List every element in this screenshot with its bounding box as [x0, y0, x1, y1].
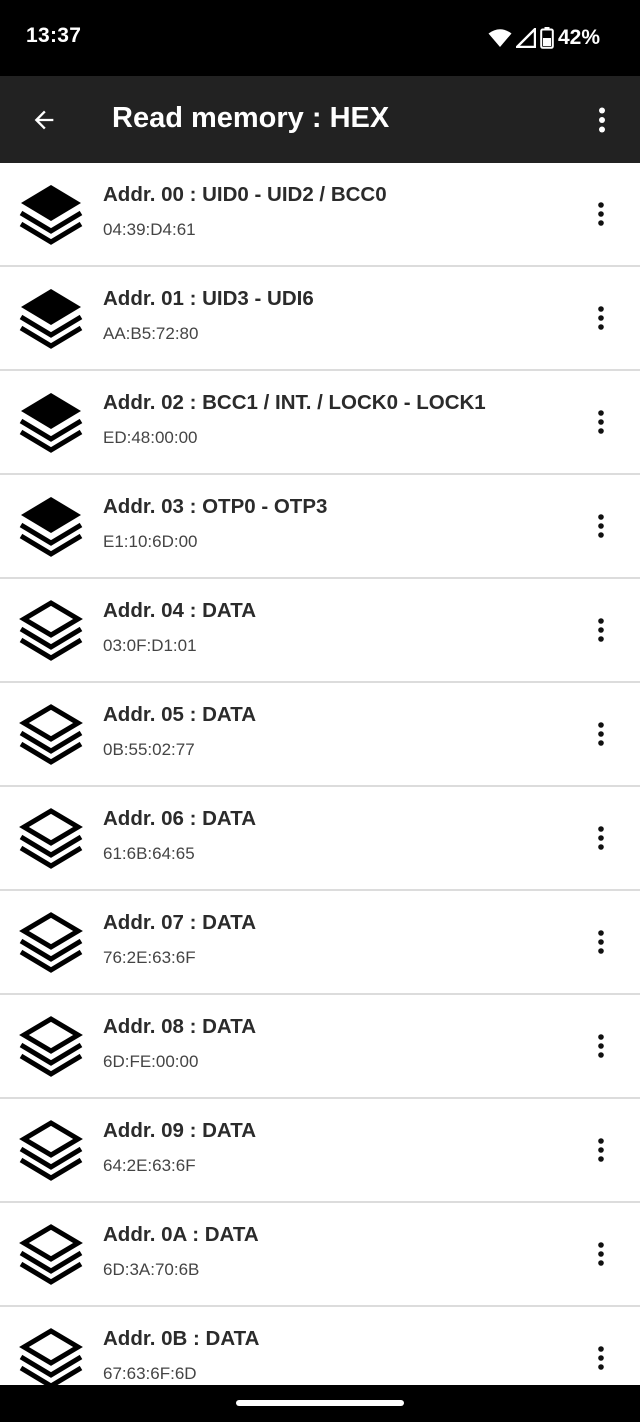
row-menu-button[interactable]	[584, 1132, 618, 1168]
layers-filled-icon	[19, 393, 83, 453]
more-vert-icon	[598, 306, 604, 330]
row-menu-button[interactable]	[584, 1028, 618, 1064]
row-menu-button[interactable]	[584, 1340, 618, 1376]
list-item[interactable]: Addr. 04 : DATA 03:0F:D1:01	[0, 579, 640, 683]
row-menu-button[interactable]	[584, 508, 618, 544]
more-vert-icon	[598, 1242, 604, 1266]
list-item[interactable]: Addr. 06 : DATA 61:6B:64:65	[0, 787, 640, 891]
row-menu-button[interactable]	[584, 300, 618, 336]
row-menu-button[interactable]	[584, 924, 618, 960]
list-item[interactable]: Addr. 0A : DATA 6D:3A:70:6B	[0, 1203, 640, 1307]
row-menu-button[interactable]	[584, 716, 618, 752]
row-title: Addr. 06 : DATA	[103, 807, 256, 830]
list-item[interactable]: Addr. 00 : UID0 - UID2 / BCC0 04:39:D4:6…	[0, 163, 640, 267]
row-title: Addr. 01 : UID3 - UDI6	[103, 287, 314, 310]
memory-list: Addr. 00 : UID0 - UID2 / BCC0 04:39:D4:6…	[0, 163, 640, 1385]
wifi-icon	[488, 29, 512, 47]
list-item[interactable]: Addr. 03 : OTP0 - OTP3 E1:10:6D:00	[0, 475, 640, 579]
list-item[interactable]: Addr. 0B : DATA 67:63:6F:6D	[0, 1307, 640, 1385]
more-vert-icon	[598, 410, 604, 434]
more-vert-icon	[599, 107, 605, 133]
row-title: Addr. 00 : UID0 - UID2 / BCC0	[103, 183, 387, 206]
row-value: 76:2E:63:6F	[103, 948, 196, 967]
row-title: Addr. 07 : DATA	[103, 911, 256, 934]
more-vert-icon	[598, 1138, 604, 1162]
row-value: 0B:55:02:77	[103, 740, 195, 759]
more-vert-icon	[598, 202, 604, 226]
row-value: 6D:3A:70:6B	[103, 1260, 200, 1279]
row-menu-button[interactable]	[584, 196, 618, 232]
battery-icon	[540, 27, 554, 49]
list-item[interactable]: Addr. 05 : DATA 0B:55:02:77	[0, 683, 640, 787]
layers-filled-icon	[19, 497, 83, 557]
battery-percentage: 42%	[557, 26, 600, 49]
more-vert-icon	[598, 514, 604, 538]
more-vert-icon	[598, 930, 604, 954]
row-title: Addr. 08 : DATA	[103, 1015, 256, 1038]
row-value: 64:2E:63:6F	[103, 1156, 196, 1175]
layers-filled-icon	[19, 185, 83, 245]
row-title: Addr. 05 : DATA	[103, 703, 256, 726]
gesture-handle[interactable]	[236, 1400, 404, 1406]
navigation-bar	[0, 1385, 640, 1422]
layers-outline-icon	[19, 1224, 83, 1285]
list-item[interactable]: Addr. 09 : DATA 64:2E:63:6F	[0, 1099, 640, 1203]
cell-signal-icon	[515, 28, 536, 48]
status-bar: 13:37 42%	[0, 0, 640, 76]
layers-outline-icon	[19, 1016, 83, 1077]
row-title: Addr. 09 : DATA	[103, 1119, 256, 1142]
more-vert-icon	[598, 722, 604, 746]
overflow-menu-button[interactable]	[582, 98, 622, 142]
row-value: ED:48:00:00	[103, 428, 198, 447]
layers-filled-icon	[19, 289, 83, 349]
row-menu-button[interactable]	[584, 612, 618, 648]
row-value: 61:6B:64:65	[103, 844, 195, 863]
more-vert-icon	[598, 826, 604, 850]
list-item[interactable]: Addr. 01 : UID3 - UDI6 AA:B5:72:80	[0, 267, 640, 371]
row-title: Addr. 04 : DATA	[103, 599, 256, 622]
list-item[interactable]: Addr. 02 : BCC1 / INT. / LOCK0 - LOCK1 E…	[0, 371, 640, 475]
row-value: AA:B5:72:80	[103, 324, 199, 343]
page-title: Read memory : HEX	[112, 102, 390, 134]
app-bar: Read memory : HEX	[0, 76, 640, 163]
more-vert-icon	[598, 1346, 604, 1370]
row-value: E1:10:6D:00	[103, 532, 198, 551]
row-menu-button[interactable]	[584, 820, 618, 856]
layers-outline-icon	[19, 1120, 83, 1181]
row-menu-button[interactable]	[584, 1236, 618, 1272]
row-title: Addr. 0B : DATA	[103, 1327, 260, 1350]
layers-outline-icon	[19, 808, 83, 869]
row-value: 67:63:6F:6D	[103, 1364, 197, 1383]
back-button[interactable]	[22, 98, 66, 142]
status-icons: 42%	[488, 24, 600, 52]
layers-outline-icon	[19, 600, 83, 661]
layers-outline-icon	[19, 1328, 83, 1385]
list-item[interactable]: Addr. 07 : DATA 76:2E:63:6F	[0, 891, 640, 995]
row-title: Addr. 02 : BCC1 / INT. / LOCK0 - LOCK1	[103, 391, 486, 414]
layers-outline-icon	[19, 704, 83, 765]
status-time: 13:37	[26, 24, 82, 47]
row-value: 03:0F:D1:01	[103, 636, 197, 655]
layers-outline-icon	[19, 912, 83, 973]
list-item[interactable]: Addr. 08 : DATA 6D:FE:00:00	[0, 995, 640, 1099]
arrow-back-icon	[34, 110, 54, 130]
more-vert-icon	[598, 618, 604, 642]
row-title: Addr. 03 : OTP0 - OTP3	[103, 495, 328, 518]
row-menu-button[interactable]	[584, 404, 618, 440]
row-value: 04:39:D4:61	[103, 220, 196, 239]
row-value: 6D:FE:00:00	[103, 1052, 199, 1071]
row-title: Addr. 0A : DATA	[103, 1223, 259, 1246]
more-vert-icon	[598, 1034, 604, 1058]
